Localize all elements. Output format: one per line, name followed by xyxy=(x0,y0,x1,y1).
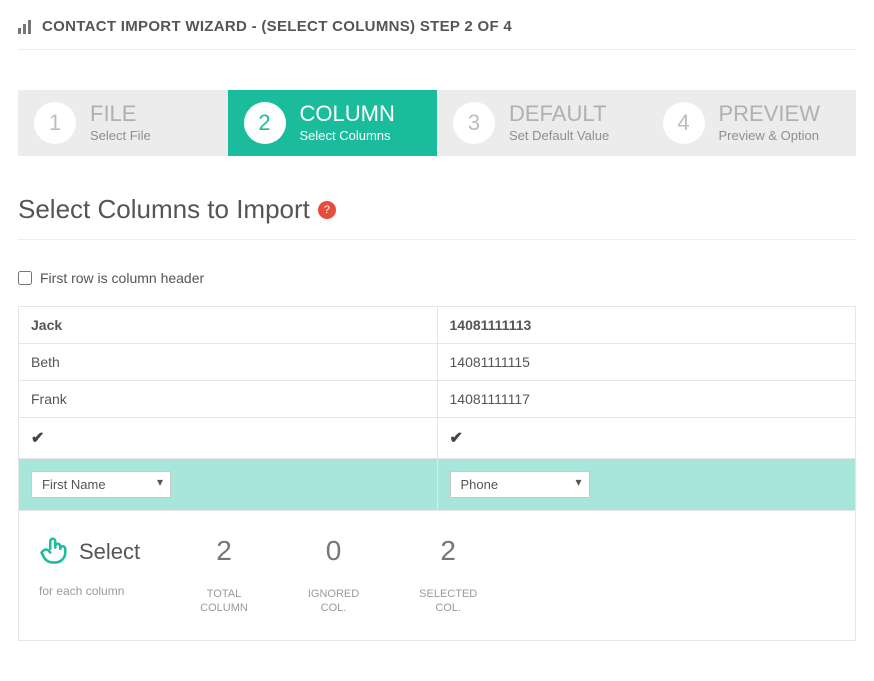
column-stats: Select for each column 2 TOTAL COLUMN 0 … xyxy=(18,511,856,641)
table-header-cell: Jack xyxy=(19,307,438,344)
table-row: Frank 14081111117 xyxy=(19,381,856,418)
page-header: CONTACT IMPORT WIZARD - (SELECT COLUMNS)… xyxy=(18,18,856,50)
stat-value: 2 xyxy=(200,535,248,567)
wizard-stepper: 1 FILE Select File 2 COLUMN Select Colum… xyxy=(18,90,856,156)
step-default[interactable]: 3 DEFAULT Set Default Value xyxy=(437,90,647,156)
table-cell: 14081111117 xyxy=(437,381,856,418)
column-status-cell: ✔ xyxy=(19,418,438,459)
hand-pointer-icon xyxy=(39,535,69,568)
column-status-cell: ✔ xyxy=(437,418,856,459)
first-row-header-row: First row is column header xyxy=(18,270,856,286)
stat-value: 0 xyxy=(308,535,359,567)
step-title: PREVIEW xyxy=(719,102,820,126)
step-number: 3 xyxy=(453,102,495,144)
first-row-header-label[interactable]: First row is column header xyxy=(40,270,204,286)
stat-label: TOTAL COLUMN xyxy=(200,587,248,616)
table-cell: Frank xyxy=(19,381,438,418)
stat-value: 2 xyxy=(419,535,477,567)
step-subtitle: Set Default Value xyxy=(509,128,609,144)
check-icon: ✔ xyxy=(31,428,44,448)
step-file[interactable]: 1 FILE Select File xyxy=(18,90,228,156)
first-row-header-checkbox[interactable] xyxy=(18,271,32,285)
bar-chart-icon xyxy=(18,20,34,34)
step-subtitle: Select Columns xyxy=(300,128,395,144)
step-title: DEFAULT xyxy=(509,102,609,126)
stat-label: SELECTED COL. xyxy=(419,587,477,616)
column-mapping-cell: First Name xyxy=(19,459,438,511)
step-number: 4 xyxy=(663,102,705,144)
section-heading-row: Select Columns to Import ? xyxy=(18,194,856,240)
step-title: COLUMN xyxy=(300,102,395,126)
table-cell: 14081111115 xyxy=(437,344,856,381)
step-column[interactable]: 2 COLUMN Select Columns xyxy=(228,90,438,156)
column-mapping-row: First Name Phone xyxy=(19,459,856,511)
stats-lead-label: Select xyxy=(79,539,140,565)
table-header-row: Jack 14081111113 xyxy=(19,307,856,344)
columns-preview-table: Jack 14081111113 Beth 14081111115 Frank … xyxy=(18,306,856,511)
stat-ignored-col: 0 IGNORED COL. xyxy=(308,535,359,616)
column-mapping-select-2[interactable]: Phone xyxy=(450,471,590,498)
step-preview[interactable]: 4 PREVIEW Preview & Option xyxy=(647,90,857,156)
step-subtitle: Select File xyxy=(90,128,151,144)
stats-lead-sub: for each column xyxy=(39,584,140,598)
column-mapping-cell: Phone xyxy=(437,459,856,511)
table-header-cell: 14081111113 xyxy=(437,307,856,344)
column-mapping-select-1[interactable]: First Name xyxy=(31,471,171,498)
step-subtitle: Preview & Option xyxy=(719,128,820,144)
step-number: 1 xyxy=(34,102,76,144)
stats-lead: Select for each column xyxy=(39,535,140,598)
section-heading: Select Columns to Import xyxy=(18,194,310,225)
table-row: Beth 14081111115 xyxy=(19,344,856,381)
table-cell: Beth xyxy=(19,344,438,381)
page-title: CONTACT IMPORT WIZARD - (SELECT COLUMNS)… xyxy=(42,18,512,35)
stat-label: IGNORED COL. xyxy=(308,587,359,616)
step-title: FILE xyxy=(90,102,151,126)
check-icon: ✔ xyxy=(450,428,463,448)
help-icon[interactable]: ? xyxy=(318,201,336,219)
stat-total-column: 2 TOTAL COLUMN xyxy=(200,535,248,616)
stat-selected-col: 2 SELECTED COL. xyxy=(419,535,477,616)
column-status-row: ✔ ✔ xyxy=(19,418,856,459)
step-number: 2 xyxy=(244,102,286,144)
